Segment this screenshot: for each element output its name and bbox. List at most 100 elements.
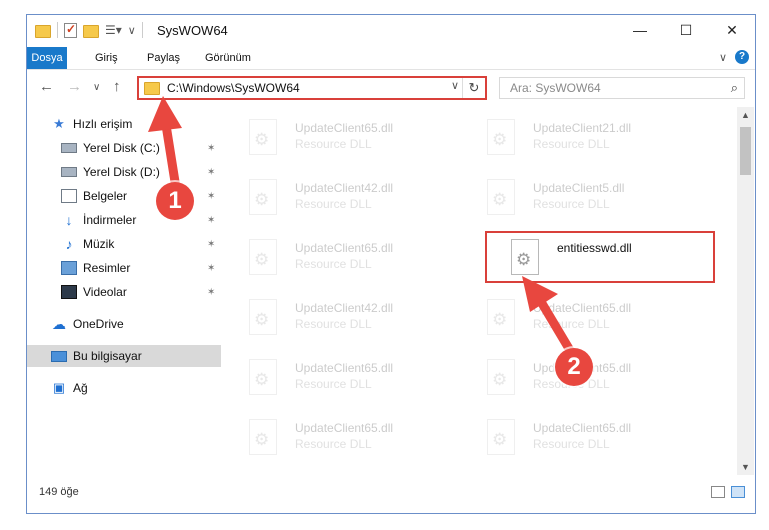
pin-icon[interactable]: ✶ bbox=[207, 143, 215, 154]
properties-icon[interactable] bbox=[64, 22, 77, 38]
file-type: Resource DLL bbox=[533, 317, 610, 331]
sidebar-item-network[interactable]: ▣ Ağ bbox=[27, 377, 221, 399]
customize-toolbar-icon[interactable]: ☰▾ bbox=[105, 23, 122, 37]
sidebar-item-label: Resimler bbox=[83, 261, 131, 275]
search-icon[interactable]: ⌕ bbox=[731, 80, 738, 96]
file-item[interactable]: UpdateClient65.dll Resource DLL bbox=[223, 411, 453, 463]
pin-icon[interactable]: ✶ bbox=[207, 215, 215, 226]
address-path[interactable]: C:\Windows\SysWOW64 bbox=[167, 81, 300, 95]
file-type: Resource DLL bbox=[295, 197, 372, 211]
sidebar-item-label: OneDrive bbox=[73, 317, 124, 331]
file-type: Resource DLL bbox=[533, 197, 610, 211]
ribbon-tabs: Dosya Giriş Paylaş Görünüm ∨ ? bbox=[27, 47, 755, 70]
pin-icon[interactable]: ✶ bbox=[207, 263, 215, 274]
file-item[interactable]: UpdateClient42.dll Resource DLL bbox=[223, 171, 453, 223]
file-name: UpdateClient42.dll bbox=[295, 301, 394, 315]
sidebar-item-label: Yerel Disk (D:) bbox=[83, 165, 160, 179]
file-name: UpdateClient5.dll bbox=[533, 181, 625, 195]
folder-icon bbox=[35, 24, 51, 38]
file-item[interactable]: UpdateClient65.dll Resource DLL bbox=[223, 351, 453, 403]
back-button[interactable]: ← bbox=[39, 78, 54, 95]
window-title: SysWOW64 bbox=[157, 23, 228, 38]
tiles-view-icon[interactable] bbox=[731, 486, 745, 498]
navigation-pane: ★ Hızlı erişim Yerel Disk (C:) ✶ Yerel D… bbox=[27, 107, 221, 467]
file-item[interactable]: UpdateClient65.dll Resource DLL bbox=[223, 111, 453, 163]
help-icon[interactable]: ? bbox=[735, 50, 749, 64]
new-folder-icon[interactable] bbox=[83, 24, 99, 38]
file-type: Resource DLL bbox=[295, 137, 372, 151]
view-toggle bbox=[711, 486, 745, 498]
file-item[interactable]: UpdateClient5.dll Resource DLL bbox=[461, 171, 691, 223]
file-item[interactable]: UpdateClient65.dll Resource DLL bbox=[461, 411, 691, 463]
pin-icon[interactable]: ✶ bbox=[207, 287, 215, 298]
file-name: UpdateClient65.dll bbox=[295, 121, 394, 135]
file-list: UpdateClient65.dll Resource DLL UpdateCl… bbox=[223, 107, 735, 475]
search-placeholder: Ara: SysWOW64 bbox=[510, 81, 601, 95]
file-item[interactable]: UpdateClient65.dll Resource DLL bbox=[223, 231, 453, 283]
sidebar-item-quick-access[interactable]: ★ Hızlı erişim bbox=[27, 113, 221, 135]
file-item[interactable]: UpdateClient21.dll Resource DLL bbox=[461, 111, 691, 163]
tab-share[interactable]: Paylaş bbox=[137, 47, 190, 69]
sidebar-item-onedrive[interactable]: ☁ OneDrive bbox=[27, 313, 221, 335]
navigation-bar: ← → ∨ ↑ C:\Windows\SysWOW64 ∨ ↻ Ara: Sys… bbox=[27, 73, 755, 103]
details-view-icon[interactable] bbox=[711, 486, 725, 498]
address-bar[interactable]: C:\Windows\SysWOW64 ∨ ↻ bbox=[137, 76, 487, 100]
dll-file-icon bbox=[249, 239, 277, 275]
scroll-up-icon[interactable]: ▲ bbox=[737, 107, 754, 123]
pictures-icon bbox=[61, 261, 77, 275]
file-type: Resource DLL bbox=[533, 137, 610, 151]
up-button[interactable]: ↑ bbox=[113, 78, 121, 95]
chevron-down-icon[interactable]: ∨ bbox=[128, 24, 136, 37]
chevron-down-icon[interactable]: ∨ bbox=[451, 79, 459, 92]
window-controls: — ☐ ✕ bbox=[617, 15, 755, 45]
file-name: UpdateClient21.dll bbox=[533, 121, 632, 135]
dll-file-icon bbox=[487, 359, 515, 395]
file-name: UpdateClient65.dll bbox=[533, 421, 632, 435]
dll-file-icon bbox=[511, 239, 539, 275]
file-name: entitiesswd.dll bbox=[557, 241, 632, 255]
annotation-badge-1: 1 bbox=[156, 182, 194, 220]
recent-locations-button[interactable]: ∨ bbox=[93, 82, 100, 93]
expand-ribbon-icon[interactable]: ∨ bbox=[719, 51, 727, 64]
forward-button[interactable]: → bbox=[67, 78, 82, 95]
sidebar-item-pictures[interactable]: Resimler ✶ bbox=[27, 257, 221, 279]
pin-icon[interactable]: ✶ bbox=[207, 191, 215, 202]
search-input[interactable]: Ara: SysWOW64 ⌕ bbox=[499, 77, 745, 99]
file-name: UpdateClient65.dll bbox=[533, 301, 632, 315]
file-item[interactable]: UpdateClient65.dll Resource DLL bbox=[461, 291, 691, 343]
minimize-button[interactable]: — bbox=[617, 15, 663, 45]
tab-file[interactable]: Dosya bbox=[27, 47, 67, 69]
scroll-thumb[interactable] bbox=[740, 127, 751, 175]
sidebar-item-this-pc[interactable]: Bu bilgisayar bbox=[27, 345, 221, 367]
cloud-icon: ☁ bbox=[52, 315, 66, 332]
sidebar-item-label: Hızlı erişim bbox=[73, 117, 133, 131]
star-icon: ★ bbox=[53, 116, 65, 131]
quick-access-toolbar: ☰▾ ∨ bbox=[35, 22, 143, 38]
documents-icon bbox=[61, 189, 77, 203]
scroll-down-icon[interactable]: ▼ bbox=[737, 459, 754, 475]
computer-icon bbox=[51, 350, 67, 362]
close-button[interactable]: ✕ bbox=[709, 15, 755, 45]
folder-icon bbox=[144, 82, 160, 95]
highlighted-file-item[interactable]: entitiesswd.dll bbox=[485, 231, 715, 283]
disk-icon bbox=[61, 167, 77, 177]
pin-icon[interactable]: ✶ bbox=[207, 167, 215, 178]
vertical-scrollbar[interactable]: ▲ ▼ bbox=[737, 107, 754, 475]
sidebar-item-music[interactable]: ♪ Müzik ✶ bbox=[27, 233, 221, 255]
sidebar-item-label: Bu bilgisayar bbox=[73, 349, 142, 363]
maximize-button[interactable]: ☐ bbox=[663, 15, 709, 45]
sidebar-item-local-disk-d[interactable]: Yerel Disk (D:) ✶ bbox=[27, 161, 221, 183]
file-name: UpdateClient65.dll bbox=[295, 421, 394, 435]
sidebar-item-downloads[interactable]: ↓ İndirmeler ✶ bbox=[27, 209, 221, 231]
ribbon-controls: ∨ ? bbox=[719, 50, 749, 64]
file-type: Resource DLL bbox=[295, 317, 372, 331]
title-bar: ☰▾ ∨ SysWOW64 — ☐ ✕ bbox=[27, 15, 755, 47]
tab-view[interactable]: Görünüm bbox=[195, 47, 261, 69]
refresh-icon[interactable]: ↻ bbox=[462, 78, 485, 98]
dll-file-icon bbox=[249, 299, 277, 335]
sidebar-item-local-disk-c[interactable]: Yerel Disk (C:) ✶ bbox=[27, 137, 221, 159]
tab-home[interactable]: Giriş bbox=[85, 47, 128, 69]
sidebar-item-videos[interactable]: Videolar ✶ bbox=[27, 281, 221, 303]
pin-icon[interactable]: ✶ bbox=[207, 239, 215, 250]
file-item[interactable]: UpdateClient42.dll Resource DLL bbox=[223, 291, 453, 343]
